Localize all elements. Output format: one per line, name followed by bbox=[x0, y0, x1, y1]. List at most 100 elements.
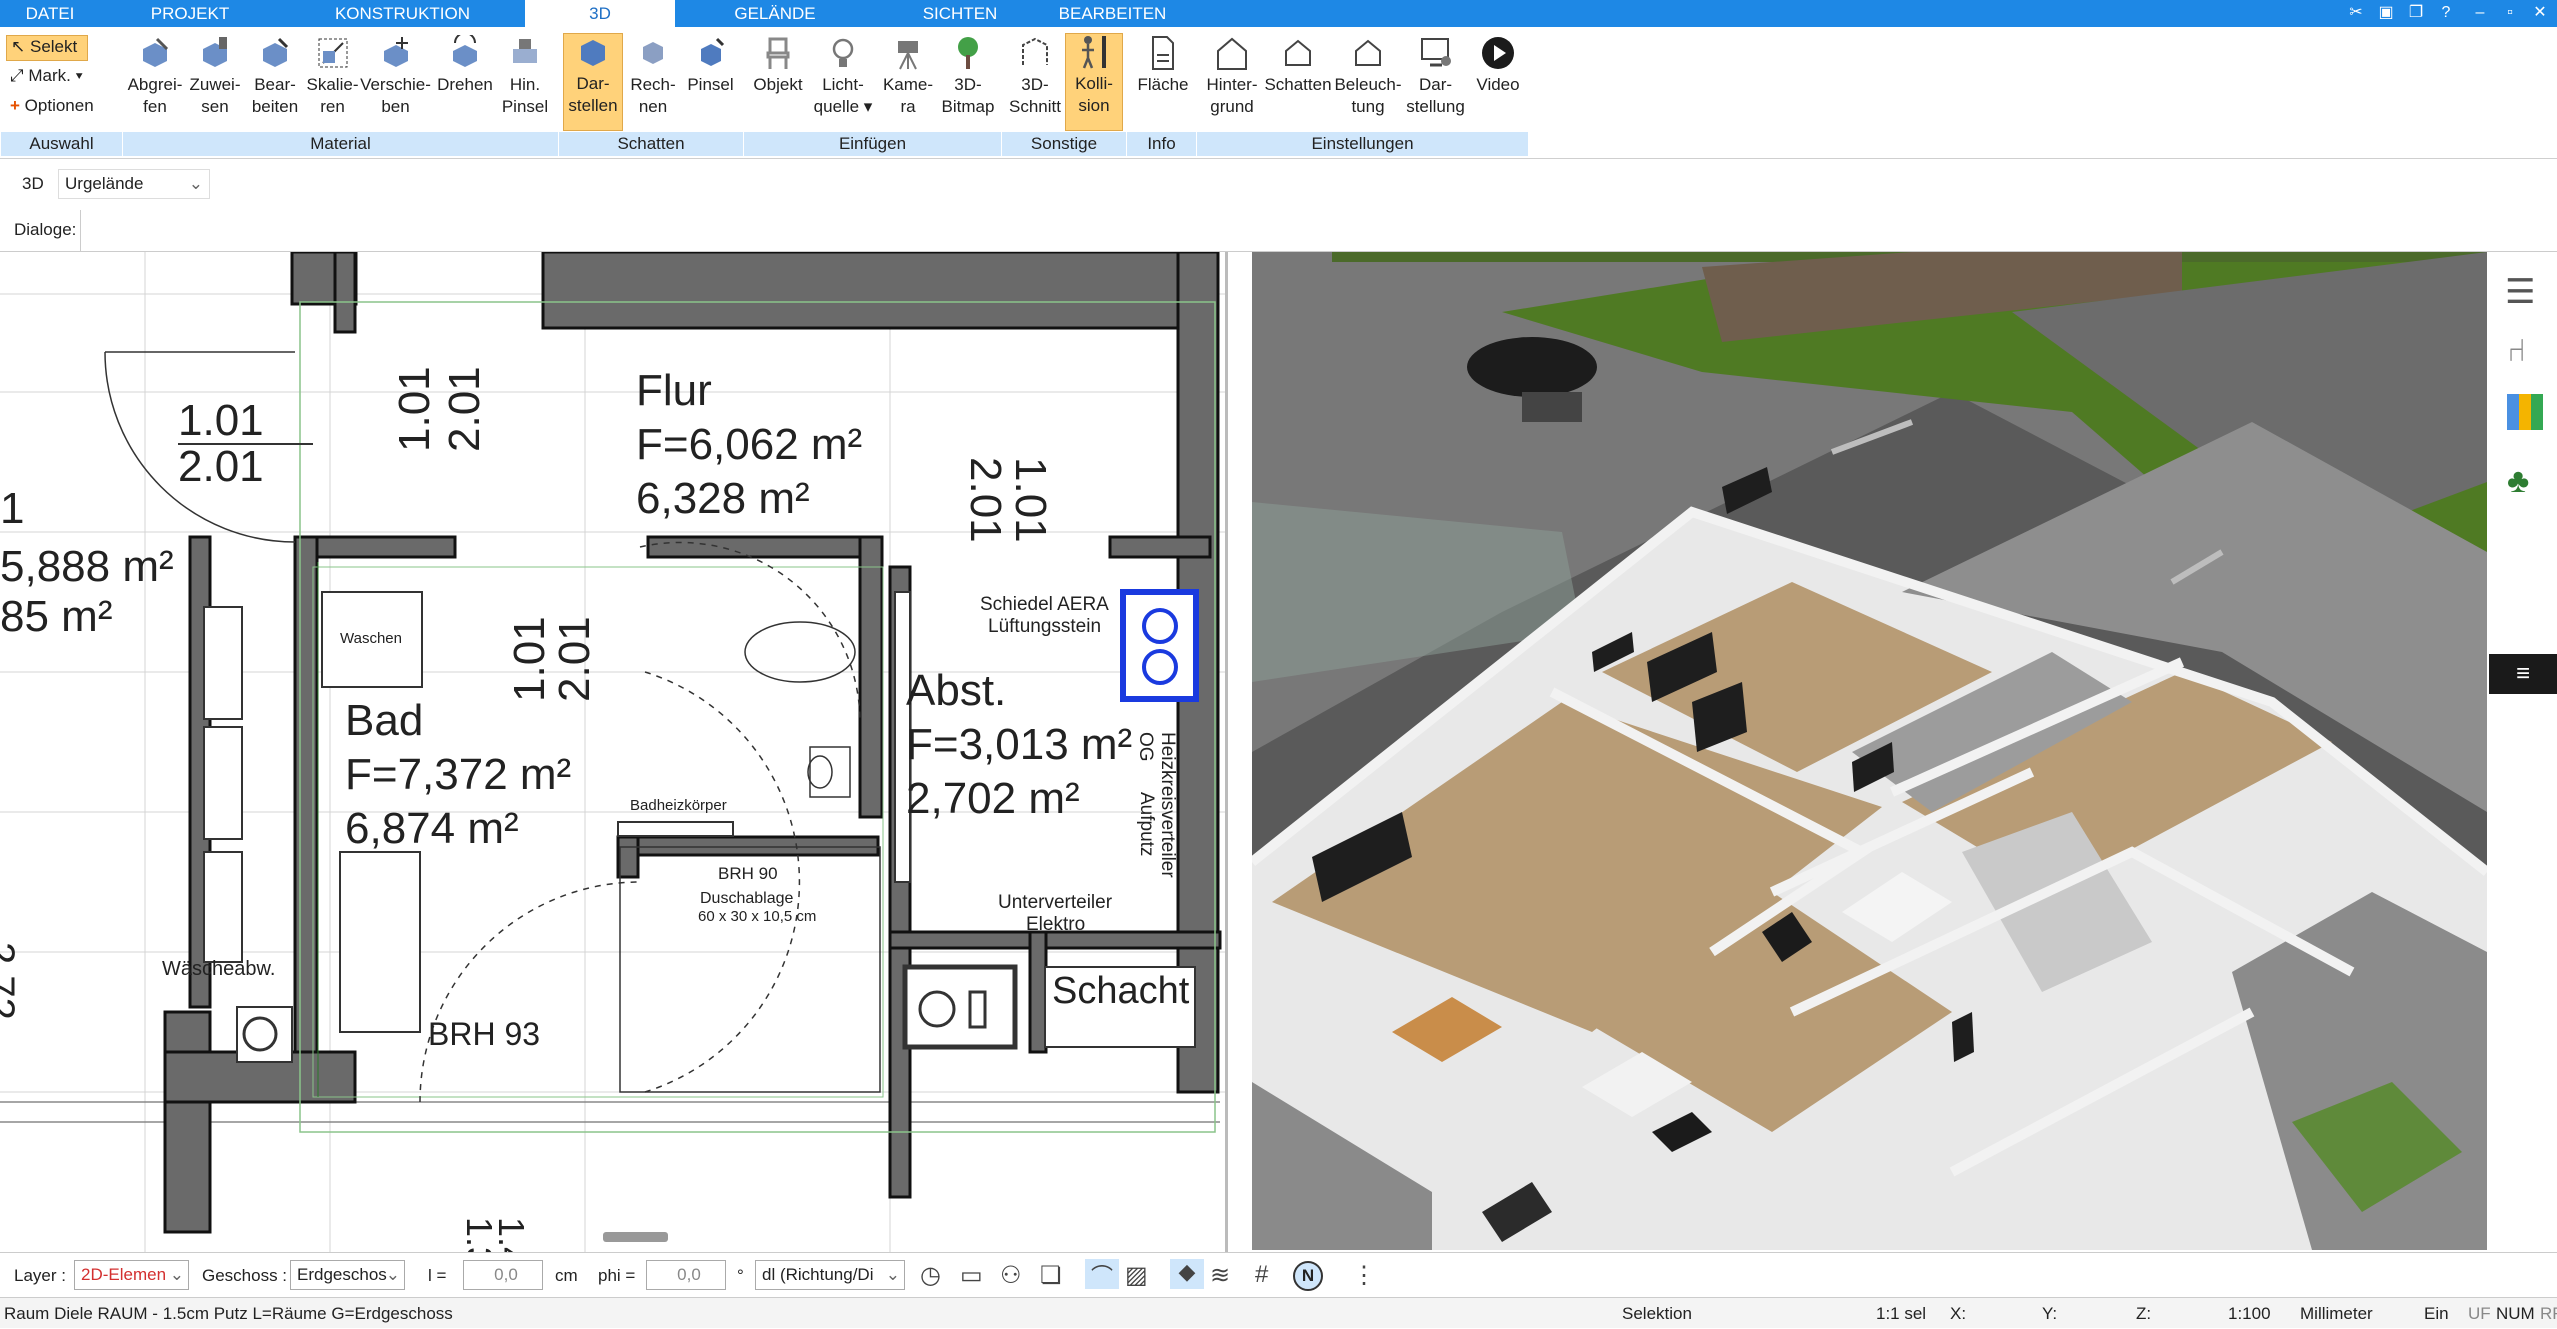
collision-button[interactable]: Kolli-sion bbox=[1065, 33, 1123, 131]
pick-material-button[interactable]: Abgrei-fen bbox=[125, 35, 185, 118]
show-shadow-button[interactable]: Dar-stellen bbox=[563, 33, 623, 131]
plus-icon: + bbox=[10, 96, 20, 115]
calc-shadow-button[interactable]: Rech-nen bbox=[623, 35, 683, 118]
layers-icon[interactable]: ☰ bbox=[2505, 272, 2535, 312]
display-settings-button[interactable]: Dar-stellung bbox=[1403, 35, 1468, 118]
select-button[interactable]: ↖ Selekt bbox=[6, 35, 88, 61]
status-ein: Ein bbox=[2424, 1304, 2449, 1323]
layer-select[interactable]: 2D-Elemen ⌄ bbox=[74, 1260, 189, 1290]
floor-select[interactable]: Erdgeschos ⌄ bbox=[290, 1260, 405, 1290]
status-y: Y: bbox=[2042, 1304, 2058, 1323]
room-bad-name: Bad bbox=[345, 696, 424, 745]
chair-catalog-icon[interactable]: ⑁ bbox=[2507, 332, 2526, 369]
tab-sichten[interactable]: SICHTEN bbox=[890, 0, 1030, 27]
room-left-area-1: 5,888 m² bbox=[0, 542, 174, 591]
brush-hint-button[interactable]: Hin. Pinsel bbox=[495, 35, 555, 118]
floor-plan-view[interactable]: 1 5,888 m² 85 m² 1.01 2.01 1.01 2.01 1.0… bbox=[0, 252, 1228, 1252]
direction-select[interactable]: dl (Richtung/Di ⌄ bbox=[755, 1260, 905, 1290]
plane-icon[interactable]: ◆ bbox=[1170, 1259, 1204, 1289]
tools-icon[interactable]: ✂ bbox=[2343, 2, 2369, 24]
assign-material-button[interactable]: Zuwei-sen bbox=[185, 35, 245, 118]
tab-3d[interactable]: 3D bbox=[525, 0, 675, 27]
house-shadow-icon bbox=[1285, 39, 1311, 66]
tab-gelaende[interactable]: GELÄNDE bbox=[700, 0, 850, 27]
monitor-icon[interactable]: ▭ bbox=[960, 1261, 983, 1290]
mark-button[interactable]: ⤢ Mark. ▾ bbox=[10, 65, 100, 87]
house-landscape-icon bbox=[1217, 37, 1247, 70]
insert-bitmap-button[interactable]: 3D-Bitmap bbox=[938, 35, 998, 118]
cursor-icon: ↖ bbox=[11, 37, 26, 56]
room-left-number: 1 bbox=[0, 484, 25, 533]
door-dim-4b: 2.01 bbox=[550, 616, 599, 702]
grid-icon[interactable]: # bbox=[1255, 1261, 1268, 1289]
door-dim-4a: 1.01 bbox=[505, 616, 554, 702]
lightbulb-icon bbox=[832, 38, 854, 67]
north-icon[interactable]: N bbox=[1293, 1261, 1323, 1291]
label-dusche-1: Duschablage bbox=[700, 890, 794, 907]
hatch-icon[interactable]: ▨ bbox=[1125, 1261, 1148, 1290]
scale-material-button[interactable]: Skalie-ren bbox=[300, 35, 365, 118]
minimize-icon[interactable]: – bbox=[2467, 2, 2493, 24]
chevron-down-icon: ⌄ bbox=[885, 1265, 900, 1284]
document-icon bbox=[1152, 36, 1174, 70]
door-dim-2b: 2.01 bbox=[440, 366, 489, 452]
label-brh90: BRH 90 bbox=[718, 864, 778, 883]
people-icon[interactable]: ⚇ bbox=[1000, 1261, 1022, 1290]
insert-light-button[interactable]: Licht-quelle ▾ bbox=[808, 35, 878, 118]
video-button[interactable]: Video bbox=[1468, 35, 1528, 96]
options-button[interactable]: + Optionen bbox=[10, 95, 120, 117]
section-3d-button[interactable]: 3D-Schnitt bbox=[1005, 35, 1065, 118]
room-abst-area-2: 2,702 m² bbox=[906, 774, 1080, 823]
shadow-settings-button[interactable]: Schatten bbox=[1263, 35, 1333, 96]
length-input[interactable]: 0,0 bbox=[463, 1260, 543, 1290]
help-icon[interactable]: ? bbox=[2433, 2, 2459, 24]
horizontal-scrollbar[interactable] bbox=[603, 1232, 668, 1242]
tab-projekt[interactable]: PROJEKT bbox=[120, 0, 260, 27]
shadow-brush-button[interactable]: Pinsel bbox=[683, 35, 738, 96]
close-icon[interactable]: ✕ bbox=[2527, 2, 2553, 24]
clock-icon[interactable]: ◷ bbox=[920, 1261, 941, 1290]
status-num: NUM bbox=[2496, 1304, 2535, 1323]
shadow-cube-icon bbox=[581, 40, 605, 66]
camera-icon bbox=[898, 41, 918, 70]
length-unit: cm bbox=[555, 1266, 578, 1285]
shadow-brush-icon bbox=[700, 37, 724, 66]
move-material-button[interactable]: Verschie-ben bbox=[358, 35, 433, 118]
status-text: Raum Diele RAUM - 1.5cm Putz L=Räume G=E… bbox=[4, 1304, 453, 1323]
tab-konstruktion[interactable]: KONSTRUKTION bbox=[320, 0, 485, 27]
panel-menu-icon[interactable]: ≡ bbox=[2489, 654, 2557, 694]
room-bad-area-1: F=7,372 m² bbox=[345, 750, 572, 799]
label-waschen: Waschen bbox=[340, 630, 402, 647]
room-left-area-2: 85 m² bbox=[0, 592, 113, 641]
terrain-select[interactable]: Urgelände ⌄ bbox=[58, 169, 210, 199]
wave-icon[interactable]: ≋ bbox=[1210, 1261, 1230, 1290]
restore-icon[interactable]: ▫ bbox=[2497, 2, 2523, 24]
windows-icon[interactable]: ❐ bbox=[2403, 2, 2429, 24]
play-icon bbox=[1482, 37, 1514, 69]
more-icon[interactable]: ⋮ bbox=[1352, 1261, 1376, 1290]
colors-palette-icon[interactable] bbox=[2507, 394, 2543, 430]
insert-object-button[interactable]: Objekt bbox=[748, 35, 808, 96]
insert-camera-button[interactable]: Kame-ra bbox=[878, 35, 938, 118]
label-unterverteiler-1: Unterverteiler bbox=[998, 892, 1113, 913]
dialog-divider bbox=[80, 210, 81, 252]
tab-datei[interactable]: DATEI bbox=[0, 0, 100, 27]
tab-bearbeiten[interactable]: BEARBEITEN bbox=[1045, 0, 1180, 27]
area-button[interactable]: Fläche bbox=[1133, 35, 1193, 96]
lighting-button[interactable]: Beleuch-tung bbox=[1333, 35, 1403, 118]
background-button[interactable]: Hinter-grund bbox=[1201, 35, 1263, 118]
edit-material-button[interactable]: Bear-beiten bbox=[245, 35, 305, 118]
3d-view[interactable] bbox=[1252, 252, 2487, 1250]
bag-icon[interactable]: ▣ bbox=[2373, 2, 2399, 24]
copy-icon[interactable]: ❏ bbox=[1040, 1261, 1062, 1290]
status-uf: UF bbox=[2468, 1304, 2491, 1323]
status-scale: 1:100 bbox=[2228, 1304, 2271, 1323]
draw-line-icon[interactable]: ⌒ bbox=[1085, 1259, 1119, 1289]
menu-bar: DATEI PROJEKT KONSTRUKTION 3D GELÄNDE SI… bbox=[0, 0, 2557, 27]
phi-input[interactable]: 0,0 bbox=[646, 1260, 726, 1290]
chevron-down-icon: ⌄ bbox=[385, 1265, 400, 1284]
rotate-material-button[interactable]: Drehen bbox=[433, 35, 497, 96]
door-dim-3b: 2.01 bbox=[961, 457, 1010, 543]
door-dim-1a: 1.01 bbox=[178, 396, 264, 445]
plants-icon[interactable]: ♣ bbox=[2507, 462, 2529, 501]
